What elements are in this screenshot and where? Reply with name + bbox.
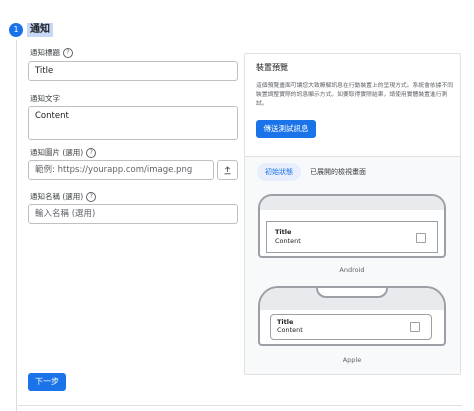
notification-text-input[interactable]: Content	[28, 106, 238, 140]
help-icon[interactable]: ?	[86, 191, 97, 202]
upload-icon	[224, 165, 231, 174]
name-label-row: 通知名稱 (選用) ?	[30, 191, 97, 202]
upload-button[interactable]	[217, 160, 238, 180]
android-notif-title: Title	[275, 228, 292, 236]
image-icon	[416, 233, 426, 243]
apple-notif-content: Content	[277, 326, 303, 334]
title-label-row: 通知標題 ?	[30, 47, 73, 58]
text-label: 通知文字	[30, 94, 60, 103]
step-title[interactable]: 通知	[27, 23, 53, 37]
image-label-row: 通知圖片 (選用) ?	[30, 147, 97, 158]
title-label: 通知標題	[30, 48, 60, 57]
step-number: 1	[9, 23, 23, 37]
divider	[245, 156, 460, 157]
next-button[interactable]: 下一步	[28, 373, 66, 391]
send-test-message-button[interactable]: 傳送測試訊息	[256, 120, 316, 138]
tab-expanded-view[interactable]: 已展開的檢視畫面	[310, 163, 366, 181]
help-icon[interactable]: ?	[86, 147, 97, 158]
help-icon[interactable]: ?	[63, 47, 73, 58]
apple-notif-title: Title	[277, 318, 294, 326]
tab-initial-state[interactable]: 初始狀態	[257, 163, 301, 181]
bottom-divider	[18, 405, 462, 406]
android-status-bar	[260, 196, 444, 210]
apple-caption: Apple	[342, 356, 362, 364]
preview-description: 這個預覽畫面可讓您大致瞭解訊息在行動裝置上的呈現方式。系統會依據不同裝置調整實際…	[256, 83, 454, 107]
preview-title: 裝置預覽	[256, 63, 288, 72]
notification-image-input[interactable]: 範例: https://yourapp.com/image.png	[28, 160, 214, 180]
notification-name-input[interactable]: 輸入名稱 (選用)	[28, 204, 238, 224]
name-label: 通知名稱 (選用)	[30, 192, 84, 201]
text-label-row: 通知文字	[30, 93, 60, 104]
step-connector-line	[15, 40, 17, 411]
notification-title-input[interactable]: Title	[28, 61, 238, 81]
image-label: 通知圖片 (選用)	[30, 148, 84, 157]
apple-notch	[316, 288, 388, 298]
android-caption: Android	[339, 266, 365, 274]
android-notif-content: Content	[275, 237, 301, 245]
image-icon	[410, 322, 420, 332]
